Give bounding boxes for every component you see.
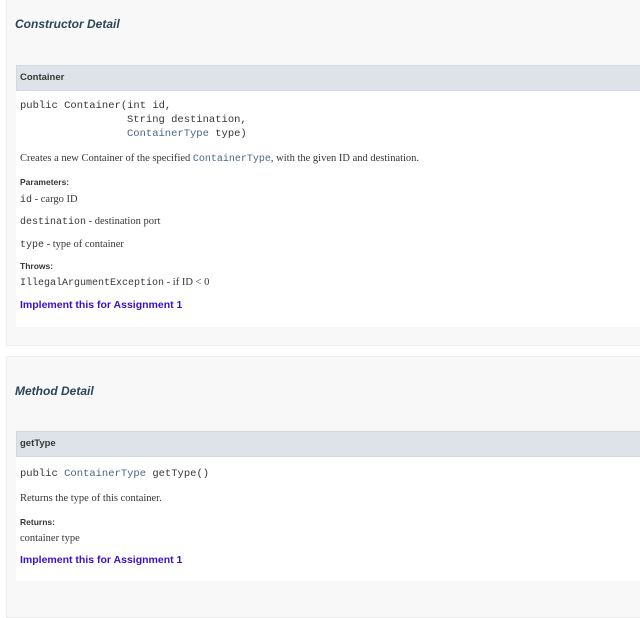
parameter-item: id - cargo ID — [20, 194, 78, 206]
signature-line-3: ContainerType type) — [127, 127, 247, 141]
signature-rest: type) — [208, 128, 247, 140]
member-name: getType — [20, 438, 56, 449]
type-link[interactable]: ContainerType — [193, 154, 271, 165]
parameters-label: Parameters: — [20, 177, 70, 187]
member-body: public ContainerType getType() Returns t… — [16, 457, 640, 581]
throws-item: IllegalArgumentException - if ID < 0 — [20, 277, 209, 289]
returns-label: Returns: — [20, 517, 55, 527]
assignment-note: Implement this for Assignment 1 — [20, 299, 183, 311]
signature-rest: getType() — [146, 468, 210, 480]
parameter-desc: - destination port — [86, 216, 161, 227]
returns-value: container type — [20, 533, 80, 544]
member-header: Container — [16, 65, 640, 91]
description-text: , with the given ID and destination. — [270, 153, 420, 164]
signature-prefix: public — [20, 468, 65, 480]
exception-name: IllegalArgumentException — [20, 278, 165, 289]
section-title: Method Detail — [15, 384, 94, 398]
description: Returns the type of this container. — [20, 493, 162, 504]
parameter-name: id — [20, 195, 33, 206]
exception-desc: - if ID < 0 — [164, 277, 210, 288]
parameter-name: destination — [20, 217, 87, 228]
type-link[interactable]: ContainerType — [127, 128, 209, 140]
signature-line-2: String destination, — [127, 114, 247, 126]
description-text: Creates a new Container of the specified — [20, 153, 193, 164]
parameter-item: type - type of container — [20, 239, 124, 251]
parameter-name: type — [20, 240, 45, 251]
description: Creates a new Container of the specified… — [20, 153, 419, 165]
section-title: Constructor Detail — [15, 17, 120, 31]
parameter-item: destination - destination port — [20, 216, 160, 228]
method-detail-section: Method Detail getType public ContainerTy… — [6, 356, 640, 618]
throws-label: Throws: — [20, 261, 54, 271]
member-name: Container — [20, 72, 65, 83]
parameter-desc: - type of container — [44, 239, 124, 250]
constructor-detail-section: Constructor Detail Container public Cont… — [6, 0, 640, 346]
member-body: public Container(int id, String destinat… — [16, 91, 640, 327]
assignment-note: Implement this for Assignment 1 — [20, 554, 183, 566]
member-header: getType — [16, 431, 640, 457]
signature-line-1: public Container(int id, — [20, 100, 172, 112]
parameter-desc: - cargo ID — [32, 194, 78, 205]
type-link[interactable]: ContainerType — [64, 468, 146, 480]
signature-line: public ContainerType getType() — [20, 467, 209, 481]
